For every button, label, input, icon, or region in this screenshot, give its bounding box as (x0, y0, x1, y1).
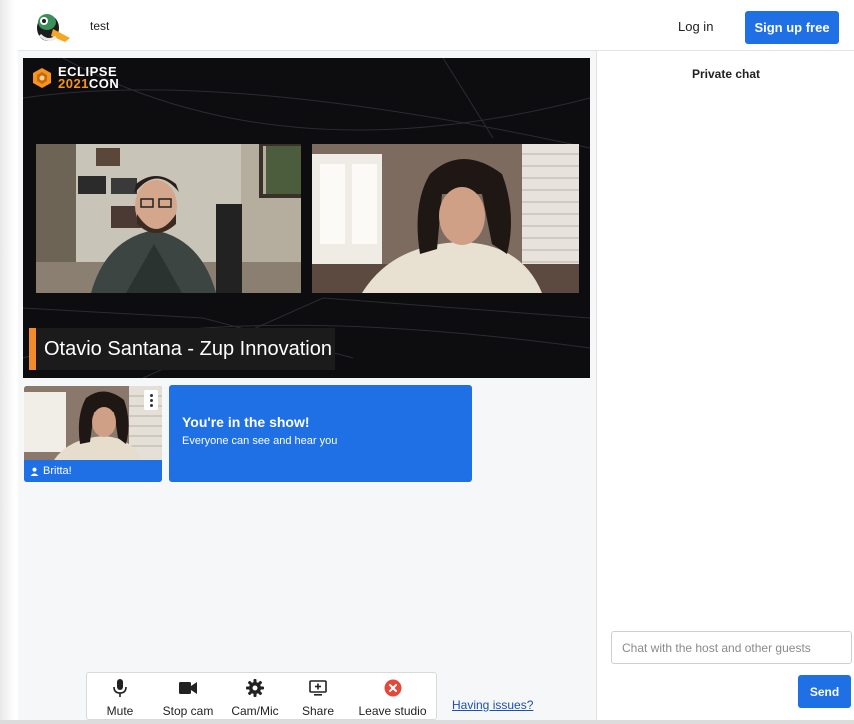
send-button[interactable]: Send (798, 675, 851, 708)
studio-controls: Mute Stop cam Cam/Mic Share Leave studio (86, 672, 437, 720)
leave-studio-label: Leave studio (358, 704, 427, 718)
gear-icon (246, 679, 264, 697)
eclipse-logo-icon (33, 68, 51, 88)
duck-logo-icon (34, 9, 72, 45)
lower-third-text: Otavio Santana - Zup Innovation (44, 337, 332, 360)
leave-studio-button[interactable]: Leave studio (349, 673, 436, 719)
cam-mic-button[interactable]: Cam/Mic (223, 673, 287, 719)
brand-con: CON (88, 76, 120, 91)
lower-third-accent (29, 328, 36, 370)
guest-video-right (312, 144, 579, 293)
camera-icon (179, 679, 197, 697)
self-video-tile[interactable]: Britta! (24, 386, 162, 482)
tile-menu-button[interactable] (144, 390, 158, 410)
share-screen-icon (309, 679, 327, 697)
bottom-edge (0, 720, 854, 724)
top-bar: test Log in Sign up free (18, 3, 854, 51)
microphone-icon (113, 679, 127, 697)
window-edge (0, 0, 14, 724)
mute-label: Mute (106, 704, 134, 718)
leave-icon (384, 679, 402, 697)
self-video (24, 386, 162, 460)
cam-mic-label: Cam/Mic (231, 704, 279, 718)
banner-title: You're in the show! (182, 414, 310, 430)
guest-video-left (36, 144, 301, 293)
stop-cam-label: Stop cam (162, 704, 214, 718)
app-title: test (90, 19, 110, 33)
chat-input[interactable] (611, 631, 852, 664)
stop-cam-button[interactable]: Stop cam (153, 673, 223, 719)
having-issues-link[interactable]: Having issues? (452, 698, 533, 712)
login-link[interactable]: Log in (678, 19, 713, 34)
share-button[interactable]: Share (287, 673, 349, 719)
lower-third-banner: Otavio Santana - Zup Innovation (29, 328, 335, 370)
mute-button[interactable]: Mute (87, 673, 153, 719)
person-icon (30, 467, 39, 476)
chat-title: Private chat (691, 67, 761, 81)
self-name: Britta! (43, 465, 72, 477)
in-show-banner: You're in the show! Everyone can see and… (169, 385, 472, 482)
self-name-label: Britta! (24, 460, 162, 482)
banner-subtitle: Everyone can see and hear you (182, 435, 338, 447)
eclipse-brand: ECLIPSE 2021CON (31, 65, 120, 91)
share-label: Share (301, 704, 335, 718)
main-stage: ECLIPSE 2021CON Otavio Santana - Zup Inn… (23, 58, 590, 378)
signup-button[interactable]: Sign up free (745, 11, 839, 44)
brand-year: 2021 (58, 76, 89, 91)
